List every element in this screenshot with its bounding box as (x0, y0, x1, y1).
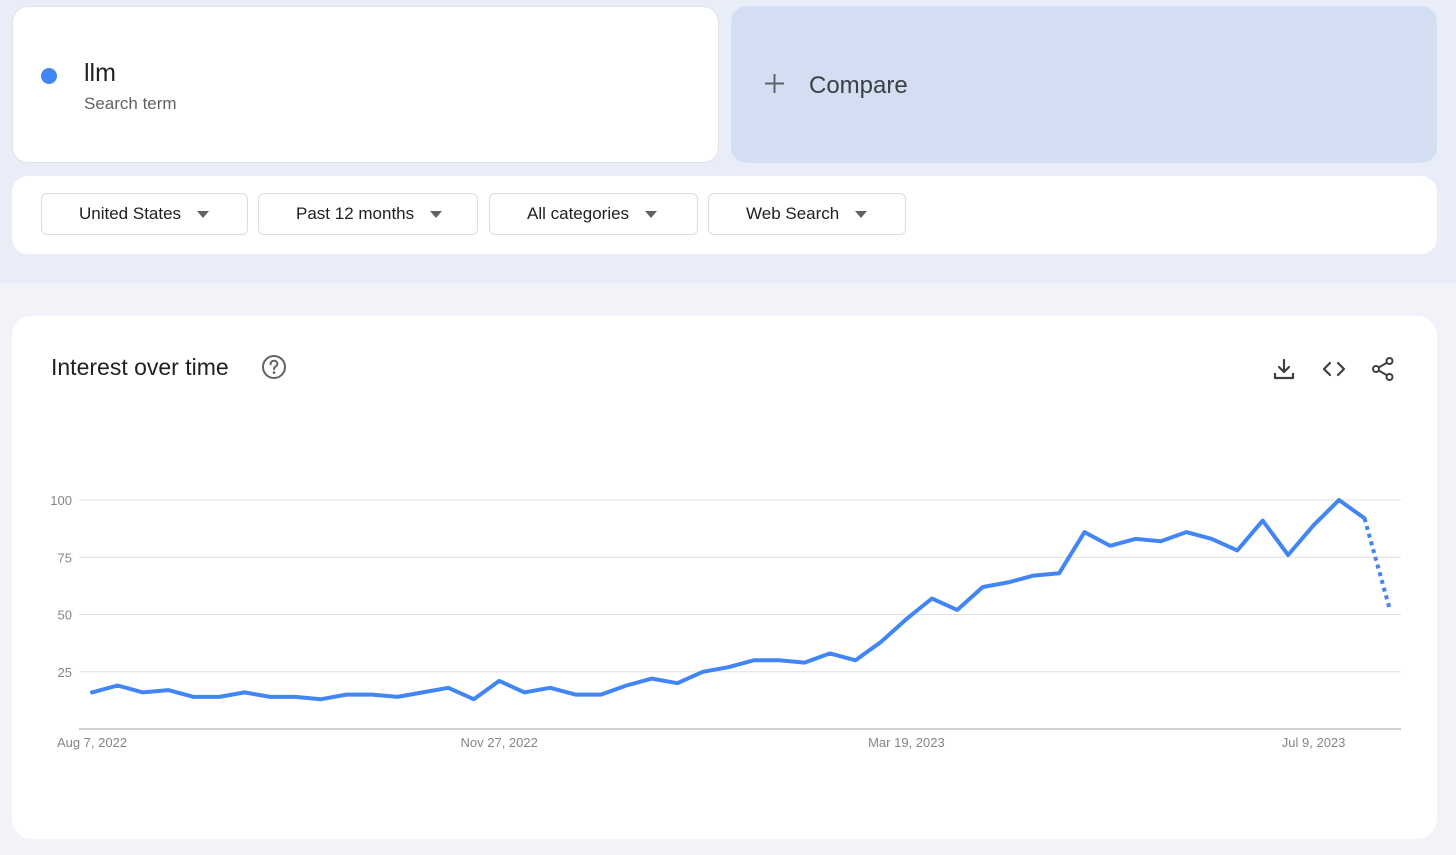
x-tick-label: Jul 9, 2023 (1282, 735, 1346, 750)
y-tick-label: 100 (50, 493, 72, 508)
y-tick-label: 50 (58, 608, 72, 623)
search-term-card[interactable]: llm Search term (12, 6, 719, 163)
x-tick-label: Mar 19, 2023 (868, 735, 945, 750)
interest-line-chart: 25 50 75 100 Aug 7, 2022 Nov 27, 2022 Mar 19, … (50, 493, 1401, 750)
category-filter-label: All categories (527, 204, 630, 223)
region-filter-label: United States (79, 204, 182, 223)
y-tick-label: 75 (58, 550, 72, 565)
x-tick-label: Nov 27, 2022 (461, 735, 538, 750)
dropdown-arrow-icon (197, 210, 210, 218)
search-type-filter-label: Web Search (746, 204, 840, 223)
time-range-filter-label: Past 12 months (296, 204, 415, 223)
plus-icon (765, 74, 784, 93)
time-range-filter-dropdown[interactable]: Past 12 months (258, 193, 478, 235)
partial-data-line (1362, 517, 1392, 611)
interest-over-time-panel: Interest over time 25 50 75 100 Aug 7, 2022 N… (12, 316, 1437, 839)
dropdown-arrow-icon (430, 210, 443, 218)
filter-bar: United States Past 12 months All categor… (12, 176, 1437, 254)
compare-label: Compare (809, 72, 908, 99)
search-term-name[interactable]: llm (84, 59, 116, 88)
dropdown-arrow-icon (645, 210, 658, 218)
search-type-filter-dropdown[interactable]: Web Search (708, 193, 906, 235)
compare-button[interactable]: Compare (731, 6, 1437, 163)
dropdown-arrow-icon (855, 210, 868, 218)
y-tick-label: 25 (58, 665, 72, 680)
category-filter-dropdown[interactable]: All categories (489, 193, 698, 235)
series-color-dot (41, 68, 57, 84)
search-term-sublabel: Search term (84, 94, 177, 113)
x-tick-label: Aug 7, 2022 (57, 735, 127, 750)
region-filter-dropdown[interactable]: United States (41, 193, 248, 235)
trend-line (90, 498, 1367, 702)
